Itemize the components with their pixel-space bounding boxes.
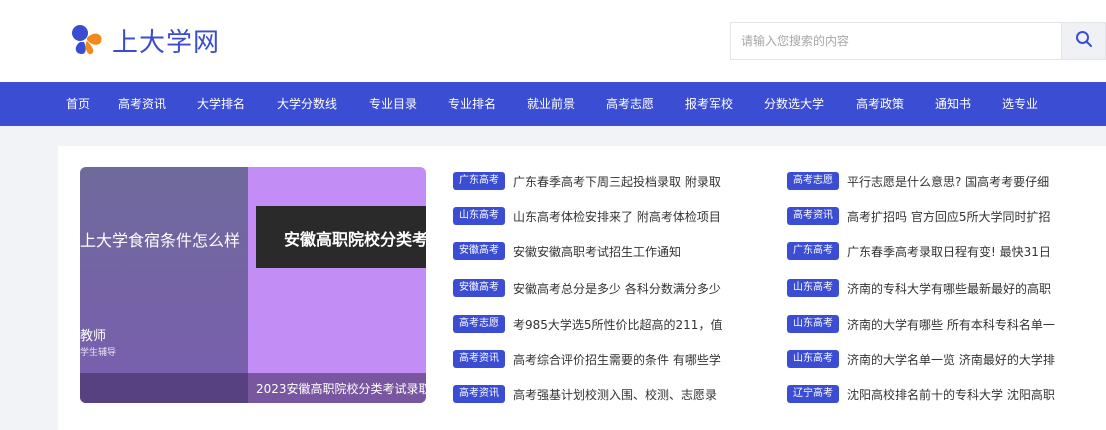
news-title[interactable]: 安徽安徽高职考试招生工作通知 <box>513 243 733 260</box>
nav-item-gaokao-policy[interactable]: 高考政策 <box>856 82 904 126</box>
site-logo[interactable]: 上大学网 <box>70 22 220 58</box>
banner-card-title: 安徽高职院校分类考 <box>284 230 426 249</box>
news-title[interactable]: 济南的大学名单一览 济南最好的大学排 <box>847 351 1061 368</box>
list-item[interactable]: 山东高考 山东高考体检安排来了 附高考体检项目 <box>453 205 733 227</box>
news-tag[interactable]: 山东高考 <box>787 350 839 368</box>
news-title[interactable]: 广东春季高考录取日程有变! 最快31日 <box>847 243 1061 260</box>
list-item[interactable]: 高考资讯 高考扩招吗 官方回应5所大学同时扩招 <box>787 205 1061 227</box>
nav-item-score-choose-university[interactable]: 分数选大学 <box>764 82 824 126</box>
news-tag[interactable]: 辽宁高考 <box>787 385 839 403</box>
banner-left-note: 学生辅导 <box>80 348 117 358</box>
banner-slide-prev[interactable]: 上大学食宿条件怎么样 教师 学生辅导 <box>80 167 248 403</box>
news-title[interactable]: 广东春季高考下周三起投档录取 附录取 <box>513 173 733 190</box>
list-item[interactable]: 山东高考 济南的大学有哪些 所有本科专科名单一 <box>787 313 1061 335</box>
list-item[interactable]: 广东高考 广东春季高考录取日程有变! 最快31日 <box>787 240 1061 262</box>
news-title[interactable]: 沈阳高校排名前十的专科大学 沈阳高职 <box>847 386 1061 403</box>
list-item[interactable]: 高考志愿 考985大学选5所性价比超高的211，值 <box>453 313 733 335</box>
nav-item-gaokao-news[interactable]: 高考资讯 <box>118 82 166 126</box>
list-item[interactable]: 安徽高考 安徽高考总分是多少 各科分数满分多少 <box>453 277 733 299</box>
news-tag[interactable]: 山东高考 <box>787 279 839 297</box>
search-icon <box>1075 30 1093 52</box>
news-title[interactable]: 安徽高考总分是多少 各科分数满分多少 <box>513 280 733 297</box>
banner-caption[interactable]: 2023安徽高职院校分类考试录取 <box>256 380 426 397</box>
list-item[interactable]: 高考资讯 高考综合评价招生需要的条件 有哪些学 <box>453 348 733 370</box>
news-title[interactable]: 济南的大学有哪些 所有本科专科名单一 <box>847 316 1061 333</box>
news-title[interactable]: 高考扩招吗 官方回应5所大学同时扩招 <box>847 208 1061 225</box>
news-tag[interactable]: 高考资讯 <box>787 207 839 225</box>
nav-item-home[interactable]: 首页 <box>66 82 90 126</box>
list-item[interactable]: 山东高考 济南的专科大学有哪些最新最好的高职 <box>787 277 1061 299</box>
news-title[interactable]: 高考综合评价招生需要的条件 有哪些学 <box>513 351 733 368</box>
nav-item-university-scores[interactable]: 大学分数线 <box>277 82 337 126</box>
news-tag[interactable]: 山东高考 <box>453 207 505 225</box>
news-tag[interactable]: 高考志愿 <box>787 172 839 190</box>
nav-item-admission-letter[interactable]: 通知书 <box>935 82 971 126</box>
news-tag[interactable]: 安徽高考 <box>453 279 505 297</box>
nav-item-choose-major[interactable]: 选专业 <box>1002 82 1038 126</box>
nav-item-military-school[interactable]: 报考军校 <box>685 82 733 126</box>
news-tag[interactable]: 高考资讯 <box>453 385 505 403</box>
main-nav: 首页 高考资讯 大学排名 大学分数线 专业目录 专业排名 就业前景 高考志愿 报… <box>0 82 1106 126</box>
news-title[interactable]: 高考强基计划校测入围、校测、志愿录 <box>513 386 733 403</box>
news-title[interactable]: 平行志愿是什么意思? 国高考考要仔细 <box>847 173 1061 190</box>
nav-item-major-catalog[interactable]: 专业目录 <box>369 82 417 126</box>
site-header: 上大学网 <box>0 0 1106 82</box>
news-tag[interactable]: 山东高考 <box>787 315 839 333</box>
nav-item-employment[interactable]: 就业前景 <box>527 82 575 126</box>
news-tag[interactable]: 广东高考 <box>453 172 505 190</box>
list-item[interactable]: 高考资讯 高考强基计划校测入围、校测、志愿录 <box>453 383 733 405</box>
search-button[interactable] <box>1061 23 1105 59</box>
nav-item-major-ranking[interactable]: 专业排名 <box>448 82 496 126</box>
news-tag[interactable]: 安徽高考 <box>453 242 505 260</box>
banner-left-title: 上大学食宿条件怎么样 <box>80 231 241 250</box>
list-item[interactable]: 辽宁高考 沈阳高校排名前十的专科大学 沈阳高职 <box>787 383 1061 405</box>
list-item[interactable]: 安徽高考 安徽安徽高职考试招生工作通知 <box>453 240 733 262</box>
banner-left-subtitle: 教师 <box>80 329 107 344</box>
list-item[interactable]: 广东高考 广东春季高考下周三起投档录取 附录取 <box>453 170 733 192</box>
news-title[interactable]: 济南的专科大学有哪些最新最好的高职 <box>847 280 1061 297</box>
banner-caption-bar: 2023安徽高职院校分类考试录取 <box>80 373 426 403</box>
list-item[interactable]: 山东高考 济南的大学名单一览 济南最好的大学排 <box>787 348 1061 370</box>
news-tag[interactable]: 高考资讯 <box>453 350 505 368</box>
nav-item-gaokao-volunteer[interactable]: 高考志愿 <box>606 82 654 126</box>
site-logo-text: 上大学网 <box>112 27 221 58</box>
list-item[interactable]: 高考志愿 平行志愿是什么意思? 国高考考要仔细 <box>787 170 1061 192</box>
banner-slide-card[interactable]: 安徽高职院校分类考 <box>256 206 426 268</box>
search-box <box>730 22 1106 60</box>
news-title[interactable]: 山东高考体检安排来了 附高考体检项目 <box>513 208 733 225</box>
butterfly-logo-icon <box>70 22 106 58</box>
nav-item-university-ranking[interactable]: 大学排名 <box>197 82 245 126</box>
search-input[interactable] <box>731 23 1061 59</box>
news-tag[interactable]: 广东高考 <box>787 242 839 260</box>
news-title[interactable]: 考985大学选5所性价比超高的211，值 <box>513 316 733 333</box>
banner-carousel[interactable]: 上大学食宿条件怎么样 教师 学生辅导 安徽高职院校分类考 2023安徽高职院校分… <box>80 167 426 403</box>
news-tag[interactable]: 高考志愿 <box>453 315 505 333</box>
